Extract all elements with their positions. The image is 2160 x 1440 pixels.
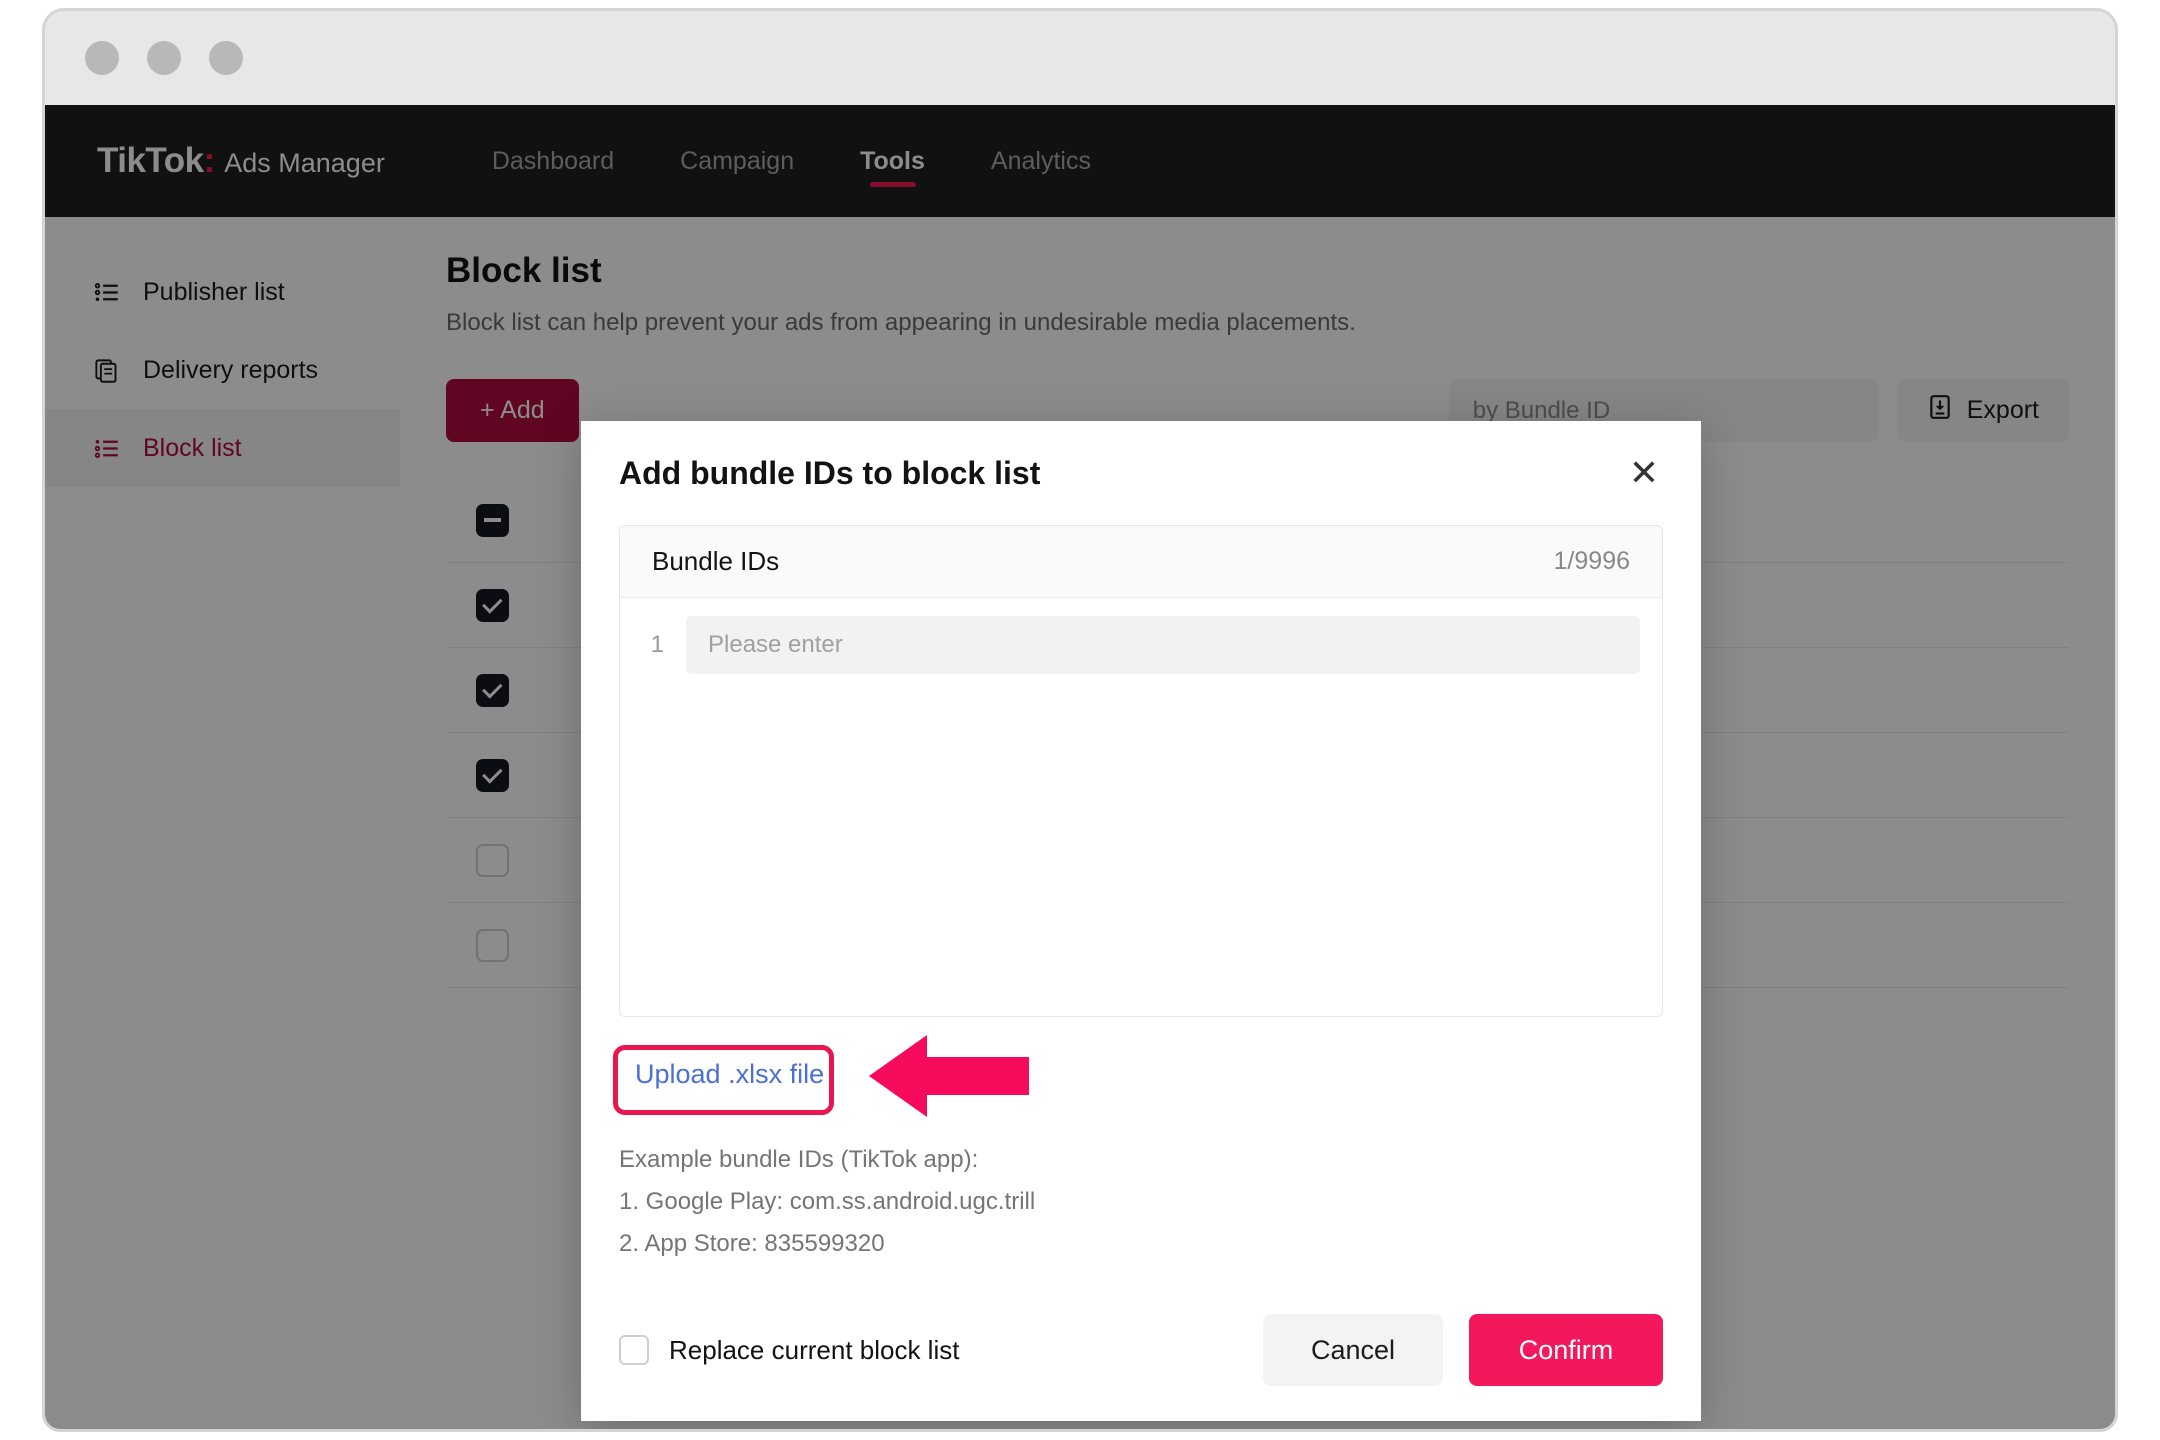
bundle-ids-header: Bundle IDs 1/9996 (620, 526, 1662, 598)
page-root: TikTok : Ads Manager Dashboard Campaign … (45, 105, 2115, 1429)
close-icon[interactable]: ✕ (1629, 455, 1659, 491)
bundle-ids-rows: 1 (620, 598, 1662, 674)
cancel-button[interactable]: Cancel (1262, 1314, 1443, 1386)
window-close-button[interactable] (85, 41, 119, 75)
bundle-id-row: 1 (642, 616, 1640, 674)
bundle-ids-panel: Bundle IDs 1/9996 1 (619, 525, 1663, 1017)
dialog-title: Add bundle IDs to block list (619, 454, 1041, 491)
confirm-button[interactable]: Confirm (1469, 1314, 1663, 1386)
dialog-footer: Replace current block list Cancel Confir… (581, 1279, 1701, 1421)
annotation-arrow-icon (869, 1035, 1029, 1117)
dialog-actions: Cancel Confirm (1262, 1314, 1663, 1386)
replace-block-list-option[interactable]: Replace current block list (619, 1335, 959, 1366)
bundle-ids-counter: 1/9996 (1553, 547, 1630, 575)
example-bundle-ids: Example bundle IDs (TikTok app): 1. Goog… (619, 1139, 1663, 1265)
upload-row: Upload .xlsx file (613, 1035, 1663, 1117)
window-maximize-button[interactable] (209, 41, 243, 75)
window-titlebar (45, 11, 2115, 105)
replace-block-list-checkbox[interactable] (619, 1335, 649, 1365)
bundle-id-row-number: 1 (650, 631, 664, 658)
dialog-header: Add bundle IDs to block list ✕ (581, 421, 1701, 525)
example-line: 1. Google Play: com.ss.android.ugc.trill (619, 1188, 1036, 1215)
browser-window: TikTok : Ads Manager Dashboard Campaign … (42, 8, 2118, 1432)
example-line: 2. App Store: 835599320 (619, 1230, 885, 1257)
add-bundle-ids-dialog: Add bundle IDs to block list ✕ Bundle ID… (581, 421, 1701, 1421)
example-line: Example bundle IDs (TikTok app): (619, 1146, 979, 1173)
bundle-id-input[interactable] (686, 616, 1640, 674)
window-minimize-button[interactable] (147, 41, 181, 75)
dialog-body: Bundle IDs 1/9996 1 Upload .xlsx file (581, 525, 1701, 1265)
bundle-ids-label: Bundle IDs (652, 546, 780, 576)
upload-xlsx-link[interactable]: Upload .xlsx file (619, 1045, 840, 1104)
replace-block-list-label: Replace current block list (669, 1334, 960, 1365)
